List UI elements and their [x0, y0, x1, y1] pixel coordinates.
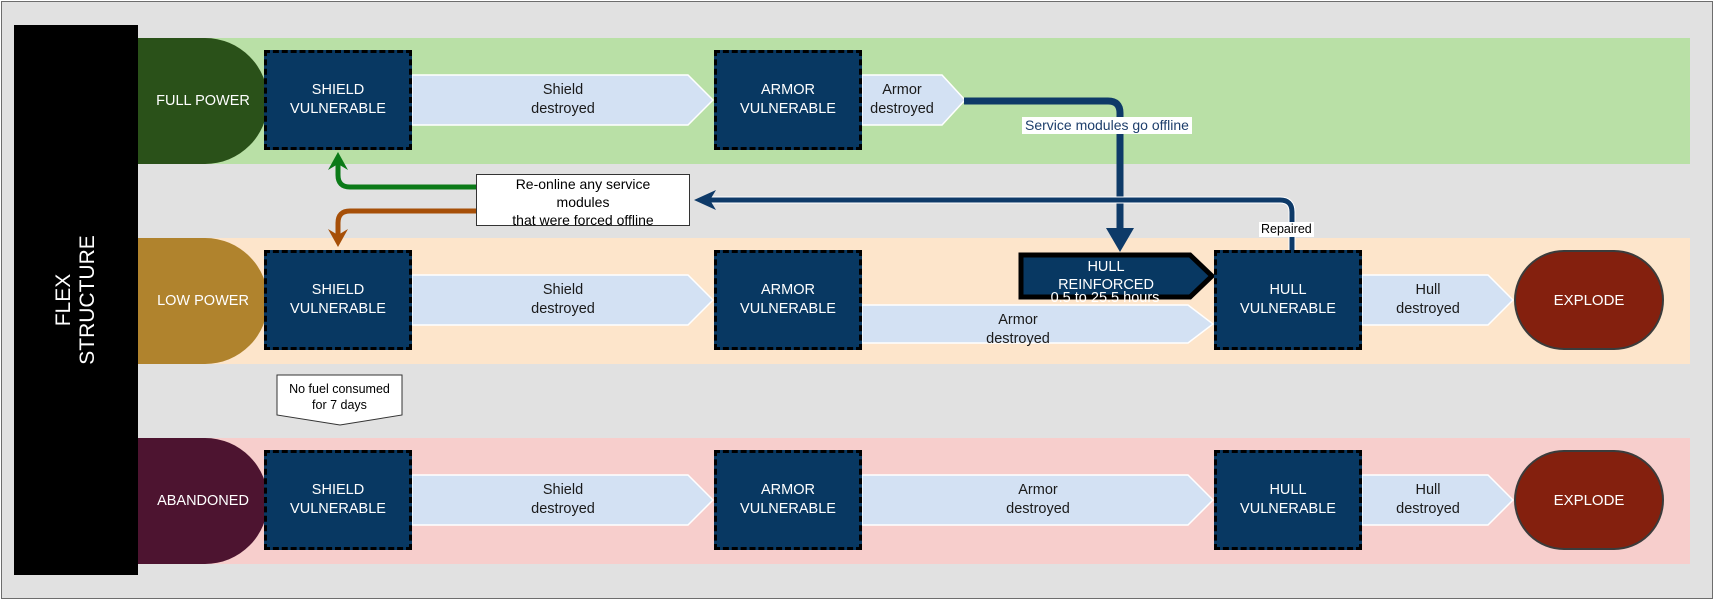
- node-shield-vulnerable: SHIELD VULNERABLE: [264, 50, 412, 150]
- node-armor-vulnerable: ARMOR VULNERABLE: [714, 50, 862, 150]
- node-explode: EXPLODE: [1514, 450, 1664, 550]
- no-fuel-callout: No fuel consumed for 7 days: [289, 382, 390, 412]
- connector-repaired: [710, 196, 1296, 250]
- node-shield-vulnerable: SHIELD VULNERABLE: [264, 450, 412, 550]
- service-offline-label: Service modules go offline: [1022, 117, 1192, 134]
- node-hull-vulnerable: HULL VULNERABLE: [1214, 450, 1362, 550]
- connector-green: [335, 164, 480, 190]
- reonline-callout: Re-online any service modules that were …: [476, 174, 690, 228]
- node-armor-vulnerable: ARMOR VULNERABLE: [714, 450, 862, 550]
- arrowhead-down-icon: [1106, 228, 1134, 252]
- node-explode: EXPLODE: [1514, 250, 1664, 350]
- node-armor-vulnerable: ARMOR VULNERABLE: [714, 250, 862, 350]
- node-hull-vulnerable: HULL VULNERABLE: [1214, 250, 1362, 350]
- connector-orange: [335, 208, 480, 235]
- node-shield-vulnerable: SHIELD VULNERABLE: [264, 250, 412, 350]
- repaired-label: Repaired: [1259, 222, 1314, 237]
